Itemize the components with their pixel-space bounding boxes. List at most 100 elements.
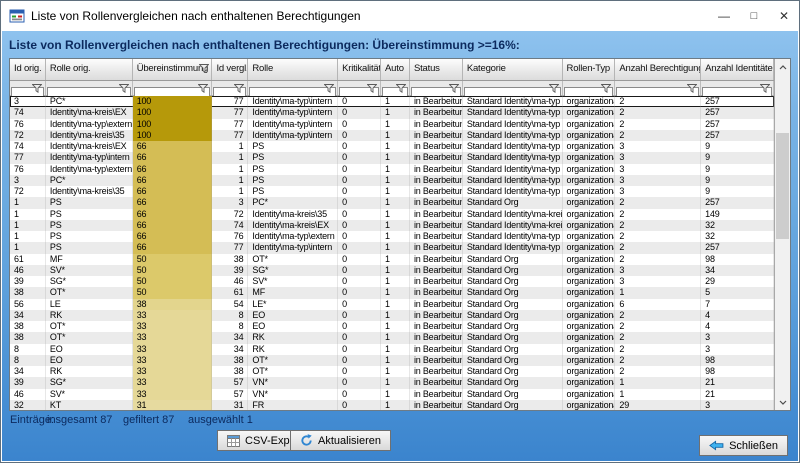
cell-kritikalit-t: 0 [338, 355, 381, 366]
table-row[interactable]: 1PS6674Identity\ma-kreis\EX01in Bearbeit… [10, 220, 774, 231]
column-header-auto[interactable]: Auto [381, 59, 410, 80]
table-row[interactable]: 3PC*661PS01in BearbeitungStandard Identi… [10, 175, 774, 186]
filter-funnel-icon[interactable] [324, 84, 334, 93]
filter-funnel-icon[interactable] [198, 84, 208, 93]
column-header-rollen-typ[interactable]: Rollen-Typ [563, 59, 616, 80]
table-row[interactable]: 76Identity\ma-typ\extern10077Identity\ma… [10, 119, 774, 130]
cell-bereinstimmung: 38 [133, 299, 213, 310]
table-row[interactable]: 56LE3854LE*01in BearbeitungStandard Orgo… [10, 299, 774, 310]
cell-anzahl-identit-ten: 257 [701, 119, 774, 130]
table-row[interactable]: 74Identity\ma-kreis\EX10077Identity\ma-t… [10, 107, 774, 118]
table-row[interactable]: 61MF5038OT*01in BearbeitungStandard Orgo… [10, 254, 774, 265]
cell-anzahl-berechtigungen: 2 [615, 96, 701, 107]
cell-kritikalit-t: 0 [338, 310, 381, 321]
close-button[interactable]: ✕ [769, 1, 799, 31]
cell-kritikalit-t: 0 [338, 197, 381, 208]
table-row[interactable]: 46SV*3357VN*01in BearbeitungStandard Org… [10, 389, 774, 400]
cell-kategorie: Standard Org [463, 400, 563, 410]
table-row[interactable]: 34RK338EO01in BearbeitungStandard Orgorg… [10, 310, 774, 321]
column-header-label: Auto [385, 63, 404, 74]
refresh-button[interactable]: Aktualisieren [290, 430, 391, 451]
table-row[interactable]: 46SV*5039SG*01in BearbeitungStandard Org… [10, 265, 774, 276]
cell-rollen-typ: organizational [563, 220, 616, 231]
table-row[interactable]: 74Identity\ma-kreis\EX661PS01in Bearbeit… [10, 141, 774, 152]
table-row[interactable]: 38OT*338EO01in BearbeitungStandard Orgor… [10, 321, 774, 332]
cell-id-orig: 39 [10, 377, 46, 388]
table-row[interactable]: 32KT3131FR01in BearbeitungStandard Orgor… [10, 400, 774, 410]
cell-rollen-typ: organizational [563, 141, 616, 152]
filter-funnel-icon[interactable] [367, 84, 377, 93]
filter-funnel-icon[interactable] [687, 84, 697, 93]
cell-kritikalit-t: 0 [338, 130, 381, 141]
filter-cell-id-orig [10, 81, 46, 95]
cell-rollen-typ: organizational [563, 209, 616, 220]
column-header-rolle[interactable]: Rolle [248, 59, 338, 80]
table-row[interactable]: 72Identity\ma-kreis\3510077Identity\ma-t… [10, 130, 774, 141]
cell-status: in Bearbeitung [410, 377, 463, 388]
table-row[interactable]: 38OT*5061MF01in BearbeitungStandard Orgo… [10, 287, 774, 298]
table-row[interactable]: 39SG*3357VN*01in BearbeitungStandard Org… [10, 377, 774, 388]
table-row[interactable]: 39SG*5046SV*01in BearbeitungStandard Org… [10, 276, 774, 287]
table-row[interactable]: 1PS663PC*01in BearbeitungStandard Orgorg… [10, 197, 774, 208]
cell-id-vergl: 8 [212, 321, 248, 332]
table-row[interactable]: 34RK3338OT*01in BearbeitungStandard Orgo… [10, 366, 774, 377]
cell-rolle-orig: OT* [46, 332, 133, 343]
cell-rolle-orig: EO [46, 355, 133, 366]
scroll-up-button[interactable] [775, 59, 790, 75]
cell-id-orig: 1 [10, 220, 46, 231]
cell-rolle: Identity\ma-typ\intern [248, 242, 338, 253]
scroll-down-button[interactable] [775, 394, 790, 410]
maximize-button[interactable]: □ [739, 1, 769, 31]
cell-rollen-typ: organizational [563, 265, 616, 276]
filter-funnel-icon[interactable] [32, 84, 42, 93]
table-row[interactable]: 76Identity\ma-typ\extern661PS01in Bearbe… [10, 164, 774, 175]
table-row[interactable]: 77Identity\ma-typ\intern661PS01in Bearbe… [10, 152, 774, 163]
table-row[interactable]: 1PS6676Identity\ma-typ\extern01in Bearbe… [10, 231, 774, 242]
cell-anzahl-berechtigungen: 3 [615, 164, 701, 175]
cell-anzahl-berechtigungen: 6 [615, 299, 701, 310]
cell-id-vergl: 38 [212, 355, 248, 366]
cell-id-orig: 38 [10, 332, 46, 343]
column-header-anzahl-identit-ten[interactable]: Anzahl Identitäten [701, 59, 774, 80]
filter-funnel-icon[interactable] [601, 84, 611, 93]
cell-kritikalit-t: 0 [338, 231, 381, 242]
column-header-rolle-orig[interactable]: Rolle orig. [46, 59, 133, 80]
column-header-id-vergl[interactable]: Id vergl. [212, 59, 248, 80]
minimize-button[interactable]: — [709, 1, 739, 31]
column-header-bereinstimmung[interactable]: Übereinstimmung [133, 59, 213, 80]
table-row[interactable]: 3PC*10077Identity\ma-typ\intern01in Bear… [10, 96, 774, 107]
table-row[interactable]: 1PS6672Identity\ma-kreis\3501in Bearbeit… [10, 209, 774, 220]
cell-rolle: PS [248, 175, 338, 186]
cell-status: in Bearbeitung [410, 310, 463, 321]
table-row[interactable]: 8EO3338OT*01in BearbeitungStandard Orgor… [10, 355, 774, 366]
filter-funnel-icon[interactable] [549, 84, 559, 93]
cell-id-vergl: 34 [212, 332, 248, 343]
column-header-kategorie[interactable]: Kategorie [463, 59, 563, 80]
table-row[interactable]: 1PS6677Identity\ma-typ\intern01in Bearbe… [10, 242, 774, 253]
cell-rolle-orig: SG* [46, 377, 133, 388]
column-header-anzahl-berechtigungen[interactable]: Anzahl Berechtigungen [615, 59, 701, 80]
column-header-status[interactable]: Status [410, 59, 463, 80]
cell-auto: 1 [381, 321, 410, 332]
cell-status: in Bearbeitung [410, 400, 463, 410]
table-row[interactable]: 72Identity\ma-kreis\35661PS01in Bearbeit… [10, 186, 774, 197]
cell-status: in Bearbeitung [410, 254, 463, 265]
cell-kritikalit-t: 0 [338, 141, 381, 152]
column-header-kritikalit-t[interactable]: Kritikalität [338, 59, 381, 80]
cell-anzahl-berechtigungen: 2 [615, 231, 701, 242]
filter-funnel-icon[interactable] [396, 84, 406, 93]
table-row[interactable]: 8EO3334RK01in BearbeitungStandard Orgorg… [10, 344, 774, 355]
cell-kategorie: Standard Org [463, 254, 563, 265]
scrollbar-thumb[interactable] [776, 133, 789, 239]
cell-rolle-orig: SV* [46, 389, 133, 400]
filter-funnel-icon[interactable] [234, 84, 244, 93]
cell-id-orig: 56 [10, 299, 46, 310]
filter-funnel-icon[interactable] [449, 84, 459, 93]
cell-anzahl-identit-ten: 257 [701, 130, 774, 141]
filter-funnel-icon[interactable] [119, 84, 129, 93]
vertical-scrollbar[interactable] [774, 59, 790, 410]
table-row[interactable]: 38OT*3334RK01in BearbeitungStandard Orgo… [10, 332, 774, 343]
close-dialog-button[interactable]: Schließen [699, 435, 788, 456]
column-header-id-orig[interactable]: Id orig. [10, 59, 46, 80]
filter-funnel-icon[interactable] [760, 84, 770, 93]
